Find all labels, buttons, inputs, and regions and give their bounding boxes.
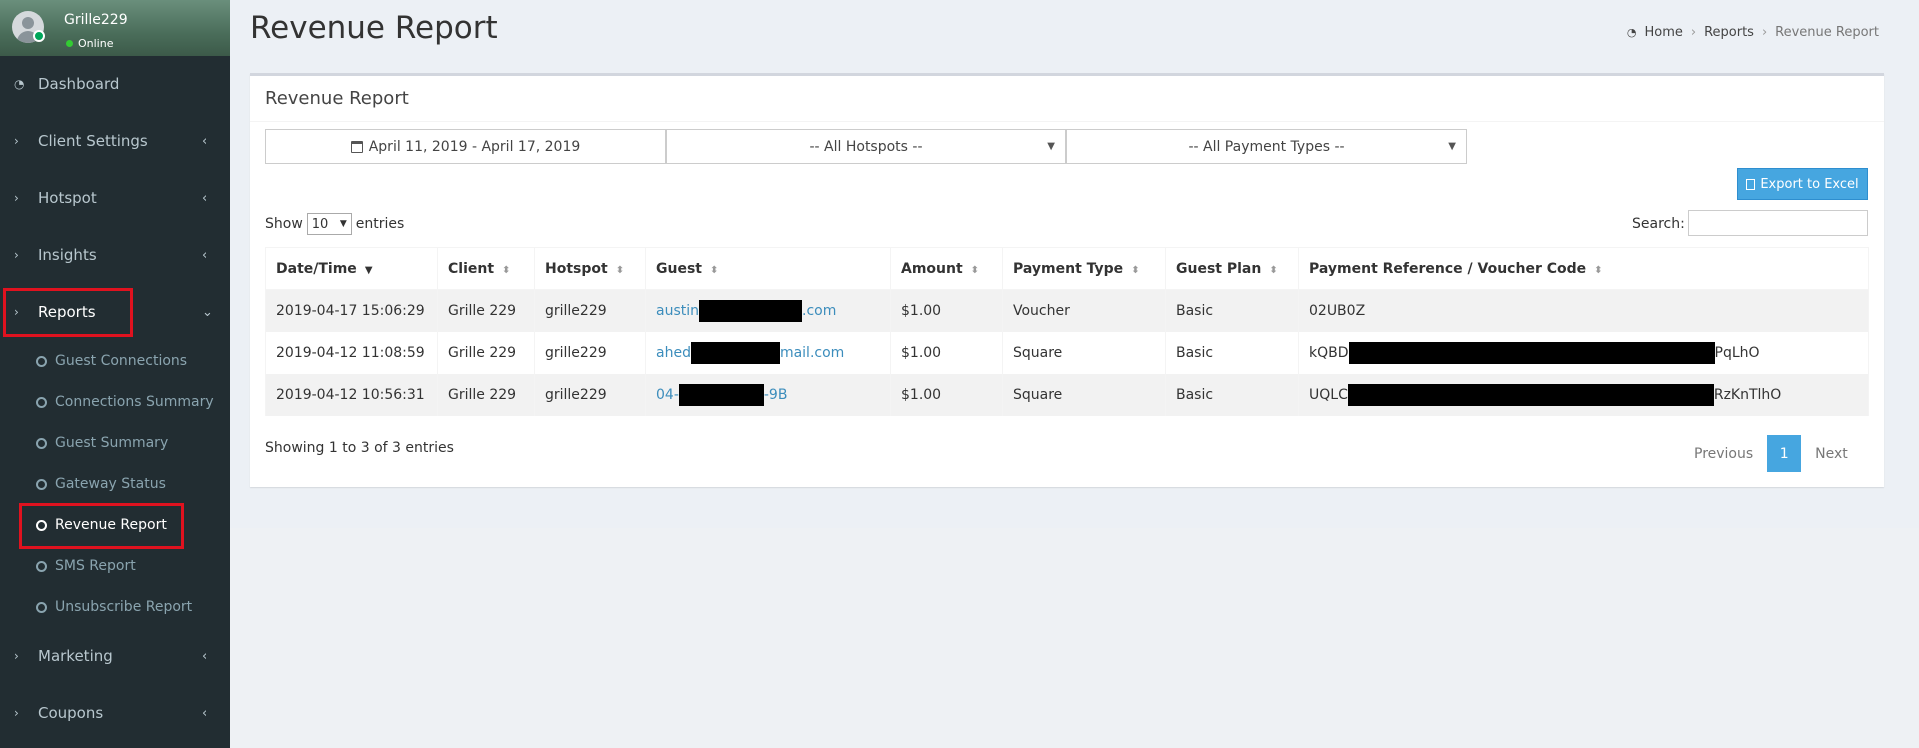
sort-icon: ⬍ bbox=[615, 264, 625, 276]
chevron-right-icon: › bbox=[14, 248, 19, 262]
box-title: Revenue Report bbox=[265, 88, 409, 109]
chevron-left-icon: ‹ bbox=[202, 705, 208, 721]
col-payment-type[interactable]: Payment Type ⬍ bbox=[1002, 247, 1166, 290]
circle-icon bbox=[36, 396, 47, 408]
sort-icon: ⬍ bbox=[1594, 264, 1603, 276]
circle-icon bbox=[36, 355, 47, 367]
guest-link[interactable]: ahed mail.com bbox=[656, 341, 844, 364]
chevron-right-icon: › bbox=[14, 134, 19, 148]
dashboard-icon: ◔ bbox=[14, 77, 25, 91]
redaction-block bbox=[1348, 341, 1715, 364]
sidebar-subitem-guest-connections[interactable]: Guest Connections bbox=[0, 346, 230, 376]
chevron-right-icon: › bbox=[14, 706, 19, 720]
highlight-box bbox=[19, 503, 184, 549]
chevron-right-icon: › bbox=[14, 649, 19, 663]
sidebar-item-coupons[interactable]: › Coupons ‹ bbox=[0, 693, 230, 733]
export-to-excel-button[interactable]: Export to Excel bbox=[1737, 168, 1868, 200]
report-box: Revenue Report April 11, 2019 - April 17… bbox=[250, 73, 1884, 487]
sort-desc-icon: ▼ bbox=[364, 264, 373, 276]
circle-icon bbox=[36, 601, 47, 613]
next-page-button[interactable]: Next bbox=[1801, 446, 1862, 462]
redaction-block bbox=[690, 341, 780, 364]
sort-icon: ⬍ bbox=[970, 264, 980, 276]
user-panel: Grille229 Online bbox=[0, 0, 230, 56]
table-row: 2019-04-12 10:56:31 Grille 229 grille229… bbox=[265, 373, 1869, 416]
table-row: 2019-04-17 15:06:29 Grille 229 grille229… bbox=[265, 289, 1869, 332]
sidebar-subitem-guest-summary[interactable]: Guest Summary bbox=[0, 428, 230, 458]
dropdown-caret-icon: ▼ bbox=[339, 219, 347, 229]
status-dot-icon bbox=[66, 40, 73, 47]
chevron-down-icon: ⌄ bbox=[202, 304, 213, 320]
sidebar-item-marketing[interactable]: › Marketing ‹ bbox=[0, 636, 230, 676]
search-label: Search: bbox=[1632, 216, 1685, 232]
chevron-left-icon: ‹ bbox=[202, 247, 208, 263]
previous-page-button[interactable]: Previous bbox=[1680, 446, 1767, 462]
col-amount[interactable]: Amount ⬍ bbox=[890, 247, 1003, 290]
page-title: Revenue Report bbox=[250, 10, 498, 46]
sidebar-item-client-settings[interactable]: › Client Settings ‹ bbox=[0, 121, 230, 161]
sidebar-item-insights[interactable]: › Insights ‹ bbox=[0, 235, 230, 275]
pagination: Previous 1 Next bbox=[1680, 435, 1862, 472]
redaction-block bbox=[1347, 383, 1714, 406]
col-hotspot[interactable]: Hotspot ⬍ bbox=[534, 247, 646, 290]
col-datetime[interactable]: Date/Time ▼ bbox=[265, 247, 438, 290]
circle-icon bbox=[36, 437, 47, 449]
sidebar: Grille229 Online ◔ Dashboard › Client Se… bbox=[0, 0, 230, 748]
user-status: Online bbox=[66, 37, 113, 50]
page-length-control: Show 10 ▼ entries bbox=[265, 213, 404, 235]
chevron-right-icon: › bbox=[14, 191, 19, 205]
col-payment-reference[interactable]: Payment Reference / Voucher Code ⬍ bbox=[1298, 247, 1869, 290]
redaction-block bbox=[699, 299, 802, 322]
breadcrumb-home[interactable]: Home bbox=[1644, 25, 1682, 40]
col-guest[interactable]: Guest ⬍ bbox=[645, 247, 891, 290]
sidebar-item-dashboard[interactable]: ◔ Dashboard bbox=[0, 64, 230, 104]
user-name: Grille229 bbox=[64, 12, 128, 28]
page-length-select[interactable]: 10 ▼ bbox=[306, 213, 352, 235]
calendar-icon bbox=[350, 140, 363, 153]
search-input[interactable] bbox=[1688, 210, 1868, 236]
col-client[interactable]: Client ⬍ bbox=[437, 247, 535, 290]
dropdown-caret-icon: ▼ bbox=[1448, 141, 1456, 152]
breadcrumb-reports[interactable]: Reports bbox=[1704, 25, 1754, 40]
sort-icon: ⬍ bbox=[709, 264, 719, 276]
sort-icon: ⬍ bbox=[1131, 264, 1140, 276]
table-info: Showing 1 to 3 of 3 entries bbox=[265, 440, 454, 456]
redaction-block bbox=[678, 383, 764, 406]
revenue-table: Date/Time ▼ Client ⬍ Hotspot ⬍ Guest ⬍ Amoun… bbox=[265, 247, 1869, 416]
divider bbox=[250, 121, 1884, 122]
sidebar-subitem-connections-summary[interactable]: Connections Summary bbox=[0, 387, 230, 417]
sidebar-item-hotspot[interactable]: › Hotspot ‹ bbox=[0, 178, 230, 218]
verified-check-icon bbox=[33, 30, 45, 42]
highlight-box bbox=[3, 288, 133, 337]
guest-link[interactable]: austin .com bbox=[656, 299, 836, 322]
payment-type-select[interactable]: -- All Payment Types -- ▼ bbox=[1066, 129, 1467, 164]
chevron-left-icon: ‹ bbox=[202, 133, 208, 149]
breadcrumb-separator-icon: › bbox=[1761, 25, 1768, 40]
table-row: 2019-04-12 11:08:59 Grille 229 grille229… bbox=[265, 331, 1869, 374]
col-guest-plan[interactable]: Guest Plan ⬍ bbox=[1165, 247, 1299, 290]
home-icon: ◔ bbox=[1626, 26, 1637, 39]
breadcrumb: ◔ Home › Reports › Revenue Report bbox=[1627, 25, 1879, 40]
sort-icon: ⬍ bbox=[1269, 264, 1278, 276]
sidebar-subitem-gateway-status[interactable]: Gateway Status bbox=[0, 469, 230, 499]
breadcrumb-current: Revenue Report bbox=[1775, 25, 1879, 40]
content-background bbox=[230, 528, 1919, 748]
table-header-row: Date/Time ▼ Client ⬍ Hotspot ⬍ Guest ⬍ Amoun… bbox=[265, 247, 1869, 290]
sidebar-subitem-unsubscribe-report[interactable]: Unsubscribe Report bbox=[0, 592, 230, 622]
date-range-picker[interactable]: April 11, 2019 - April 17, 2019 bbox=[265, 129, 666, 164]
page-1-button[interactable]: 1 bbox=[1767, 435, 1802, 472]
hotspot-select[interactable]: -- All Hotspots -- ▼ bbox=[666, 129, 1066, 164]
excel-file-icon bbox=[1746, 178, 1756, 190]
chevron-left-icon: ‹ bbox=[202, 190, 208, 206]
chevron-left-icon: ‹ bbox=[202, 648, 208, 664]
circle-icon bbox=[36, 560, 47, 572]
circle-icon bbox=[36, 478, 47, 490]
dropdown-caret-icon: ▼ bbox=[1047, 141, 1055, 152]
sort-icon: ⬍ bbox=[502, 264, 511, 276]
breadcrumb-separator-icon: › bbox=[1690, 25, 1697, 40]
sidebar-subitem-sms-report[interactable]: SMS Report bbox=[0, 551, 230, 581]
guest-link[interactable]: 04- -9B bbox=[656, 383, 787, 406]
